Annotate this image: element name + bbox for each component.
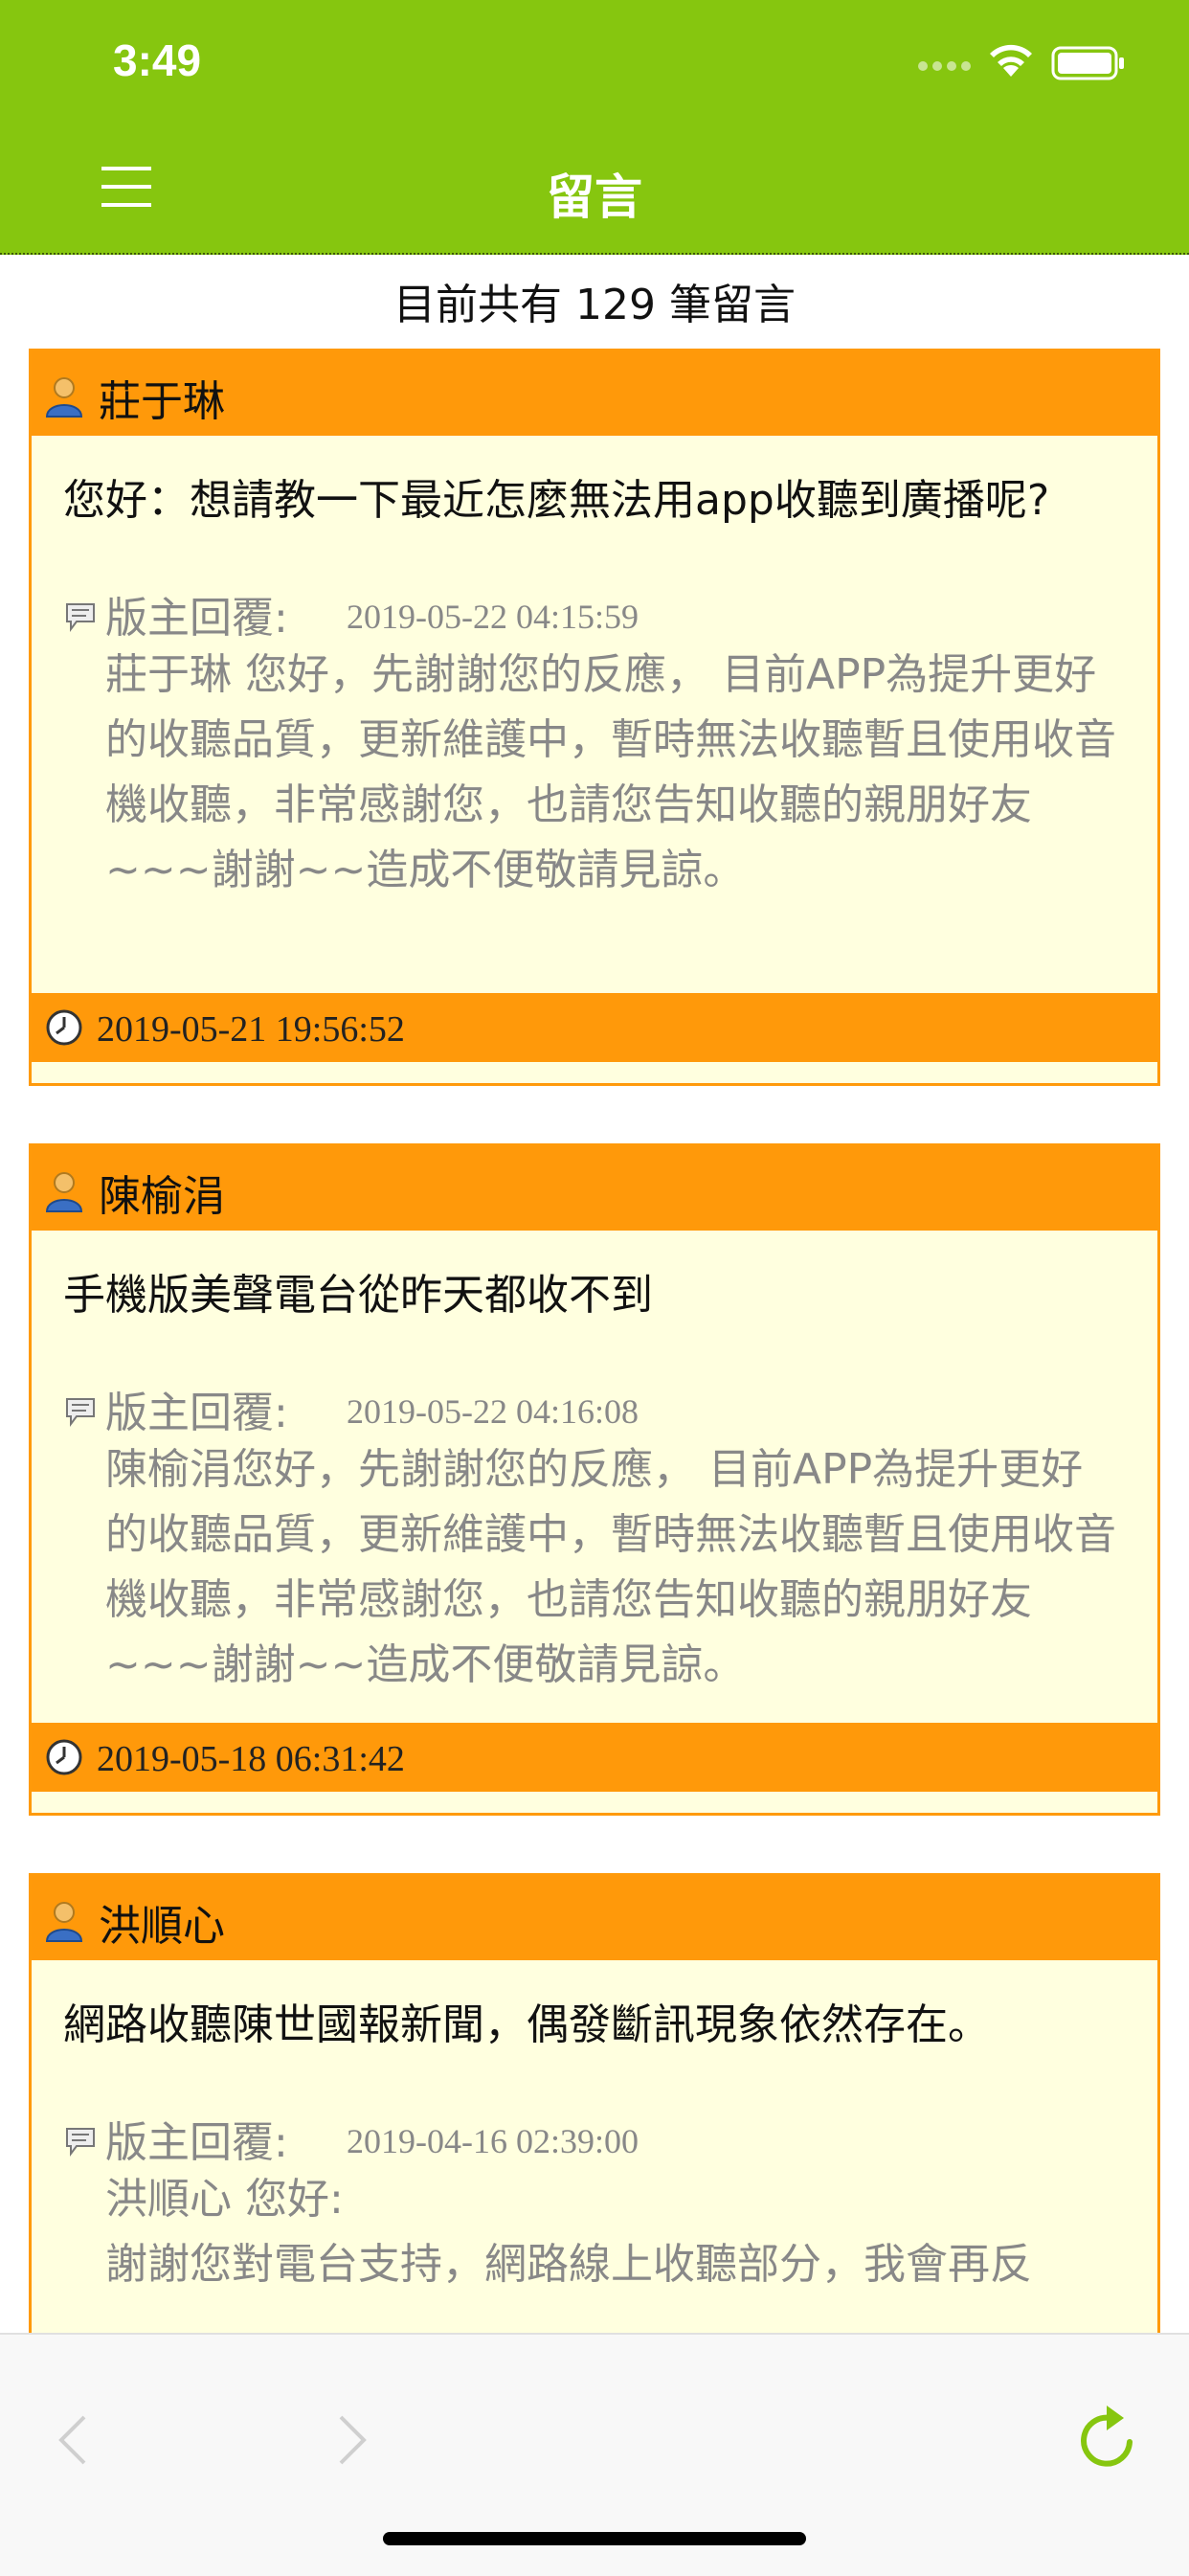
card-header: 莊于琳 [32,351,1157,436]
post-date: 2019-05-18 06:31:42 [97,1739,405,1779]
reply-date: 2019-04-16 02:39:00 [347,2122,639,2160]
nav-bar: 留言 [0,134,1189,255]
user-icon [45,1172,83,1212]
user-icon [45,377,83,418]
author-name: 莊于琳 [99,377,225,426]
author-name: 陳榆涓 [99,1172,225,1221]
message-text: 手機版美聲電台從昨天都收不到 [63,1271,653,1320]
message-card: 莊于琳 您好：想請教一下最近怎麼無法用app收聽到廣播呢? 版主回覆: 2019… [29,349,1160,1086]
reply-header: 版主回覆: 2019-05-22 04:15:59 [63,583,1123,643]
card-footer: 2019-05-18 06:31:42 [32,1723,1157,1792]
speech-bubble-icon [66,1398,95,1427]
message-text: 您好：想請教一下最近怎麼無法用app收聽到廣播呢? [63,476,1050,525]
reply-header: 版主回覆: 2019-05-22 04:16:08 [63,1378,1123,1437]
clock-icon [46,1009,82,1046]
reply-text: 莊于琳 您好，先謝謝您的反應， 目前APP為提升更好的收聽品質，更新維護中，暫時… [105,650,1116,894]
clock-icon [46,1739,82,1775]
status-time: 3:49 [113,35,202,85]
signal-icon [918,61,971,71]
reply-header: 版主回覆: 2019-04-16 02:39:00 [63,2108,1123,2167]
post-date: 2019-05-21 19:56:52 [97,1009,405,1050]
reply-label: 版主回覆: [105,594,288,643]
author-name: 洪順心 [99,1902,225,1951]
battery-icon [1051,46,1124,80]
reply-label: 版主回覆: [105,2118,288,2167]
speech-bubble-icon [66,603,95,632]
card-header: 陳榆涓 [32,1146,1157,1231]
message-card: 陳榆涓 手機版美聲電台從昨天都收不到 版主回覆: 2019-05-22 04:1… [29,1143,1160,1816]
status-bar: 3:49 [0,0,1189,134]
card-body: 網路收聽陳世國報新聞，偶發斷訊現象依然存在。 版主回覆: 2019-04-16 … [32,1960,1157,2316]
message-count: 目前共有 129 筆留言 [393,281,796,329]
user-icon [45,1902,83,1942]
speech-bubble-icon [66,2128,95,2157]
page-title: 留言 [547,169,642,225]
card-body: 您好：想請教一下最近怎麼無法用app收聽到廣播呢? 版主回覆: 2019-05-… [32,436,1157,993]
reply-date: 2019-05-22 04:16:08 [347,1392,639,1431]
reply-text: 洪順心 您好: 謝謝您對電台支持，網路線上收聽部分，我會再反 [105,2175,1032,2289]
card-body: 手機版美聲電台從昨天都收不到 版主回覆: 2019-05-22 04:16:08… [32,1231,1157,1723]
wifi-icon [990,44,1032,77]
home-indicator [383,2532,806,2545]
message-text: 網路收聽陳世國報新聞，偶發斷訊現象依然存在。 [63,2000,990,2049]
message-card: 洪順心 網路收聽陳世國報新聞，偶發斷訊現象依然存在。 版主回覆: 2019-04… [29,1873,1160,2371]
reply-text: 陳榆涓您好，先謝謝您的反應， 目前APP為提升更好的收聽品質，更新維護中，暫時無… [105,1445,1116,1689]
card-footer: 2019-05-21 19:56:52 [32,993,1157,1062]
reply-label: 版主回覆: [105,1389,288,1437]
card-header: 洪順心 [32,1876,1157,1960]
chevron-right-icon[interactable] [333,2411,371,2469]
reload-icon[interactable] [1074,2404,1141,2474]
chevron-left-icon[interactable] [54,2411,92,2469]
reply-date: 2019-05-22 04:15:59 [347,598,639,636]
